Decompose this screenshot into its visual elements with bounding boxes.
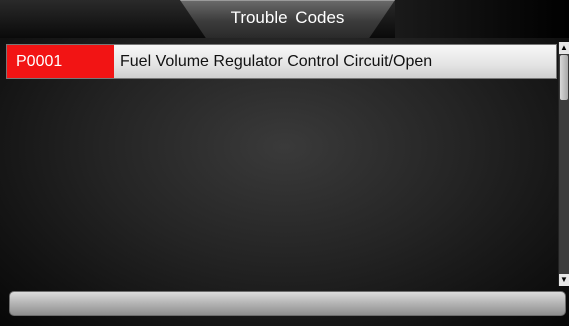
scroll-up-arrow-icon[interactable]: ▲ xyxy=(559,42,569,54)
scroll-down-arrow-icon[interactable]: ▼ xyxy=(559,274,569,286)
title-bar: Trouble Codes xyxy=(0,0,569,38)
title-bar-shade xyxy=(395,0,569,38)
dtc-list: P0001 Fuel Volume Regulator Control Circ… xyxy=(0,40,558,286)
scroll-thumb[interactable] xyxy=(560,55,568,100)
page-title: Trouble Codes xyxy=(230,8,345,27)
bottom-function-bar xyxy=(9,291,566,316)
dtc-code: P0001 xyxy=(7,45,114,78)
dtc-description: Fuel Volume Regulator Control Circuit/Op… xyxy=(114,45,556,78)
scrollbar[interactable]: ▲ ▼ xyxy=(558,42,569,286)
dtc-row[interactable]: P0001 Fuel Volume Regulator Control Circ… xyxy=(6,44,557,79)
trouble-codes-screen: Trouble Codes P0001 Fuel Volume Regulato… xyxy=(0,0,569,326)
